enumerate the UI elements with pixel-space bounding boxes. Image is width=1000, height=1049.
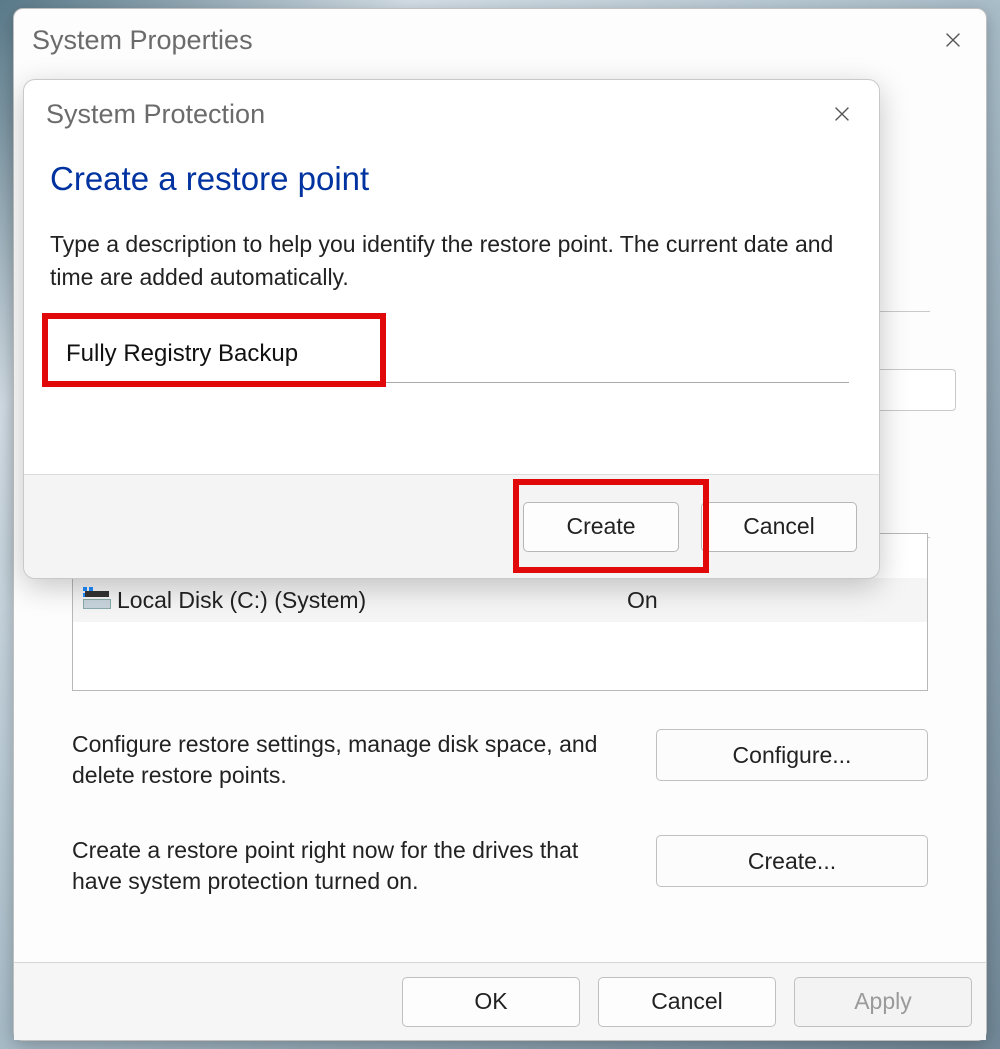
description-input-wrap xyxy=(50,323,853,387)
table-empty-area xyxy=(73,622,927,690)
cancel-button[interactable]: Cancel xyxy=(701,502,857,552)
system-properties-body: New Volume (D:) Off Local Disk (C:) (Sys… xyxy=(14,533,986,897)
partial-input-fragment xyxy=(870,369,956,411)
close-icon[interactable] xyxy=(938,25,968,55)
dialog-instruction: Type a description to help you identify … xyxy=(50,228,853,295)
dialog-button-bar: OK Cancel Apply xyxy=(14,962,986,1040)
system-protection-title: System Protection xyxy=(46,99,265,130)
configure-button[interactable]: Configure... xyxy=(656,729,928,781)
configure-description: Configure restore settings, manage disk … xyxy=(72,729,628,791)
ok-button[interactable]: OK xyxy=(402,977,580,1027)
create-restore-point-button[interactable]: Create... xyxy=(656,835,928,887)
create-button[interactable]: Create xyxy=(523,502,679,552)
drive-protection-status: On xyxy=(627,587,917,614)
system-protection-body: Create a restore point Type a descriptio… xyxy=(24,140,879,474)
system-drive-icon xyxy=(83,591,111,609)
system-properties-title: System Properties xyxy=(32,25,253,56)
restore-point-description-input[interactable] xyxy=(54,327,849,383)
apply-button: Apply xyxy=(794,977,972,1027)
configure-section: Configure restore settings, manage disk … xyxy=(72,729,928,791)
dialog-heading: Create a restore point xyxy=(50,160,853,198)
close-icon[interactable] xyxy=(827,99,857,129)
drive-name: Local Disk (C:) (System) xyxy=(117,587,366,614)
create-section: Create a restore point right now for the… xyxy=(72,835,928,897)
system-protection-dialog: System Protection Create a restore point… xyxy=(23,79,880,579)
create-description: Create a restore point right now for the… xyxy=(72,835,628,897)
system-properties-titlebar: System Properties xyxy=(14,9,986,69)
cancel-button[interactable]: Cancel xyxy=(598,977,776,1027)
system-protection-footer: Create Cancel xyxy=(24,474,879,578)
system-protection-titlebar: System Protection xyxy=(24,80,879,140)
table-row[interactable]: Local Disk (C:) (System) On xyxy=(73,578,927,622)
